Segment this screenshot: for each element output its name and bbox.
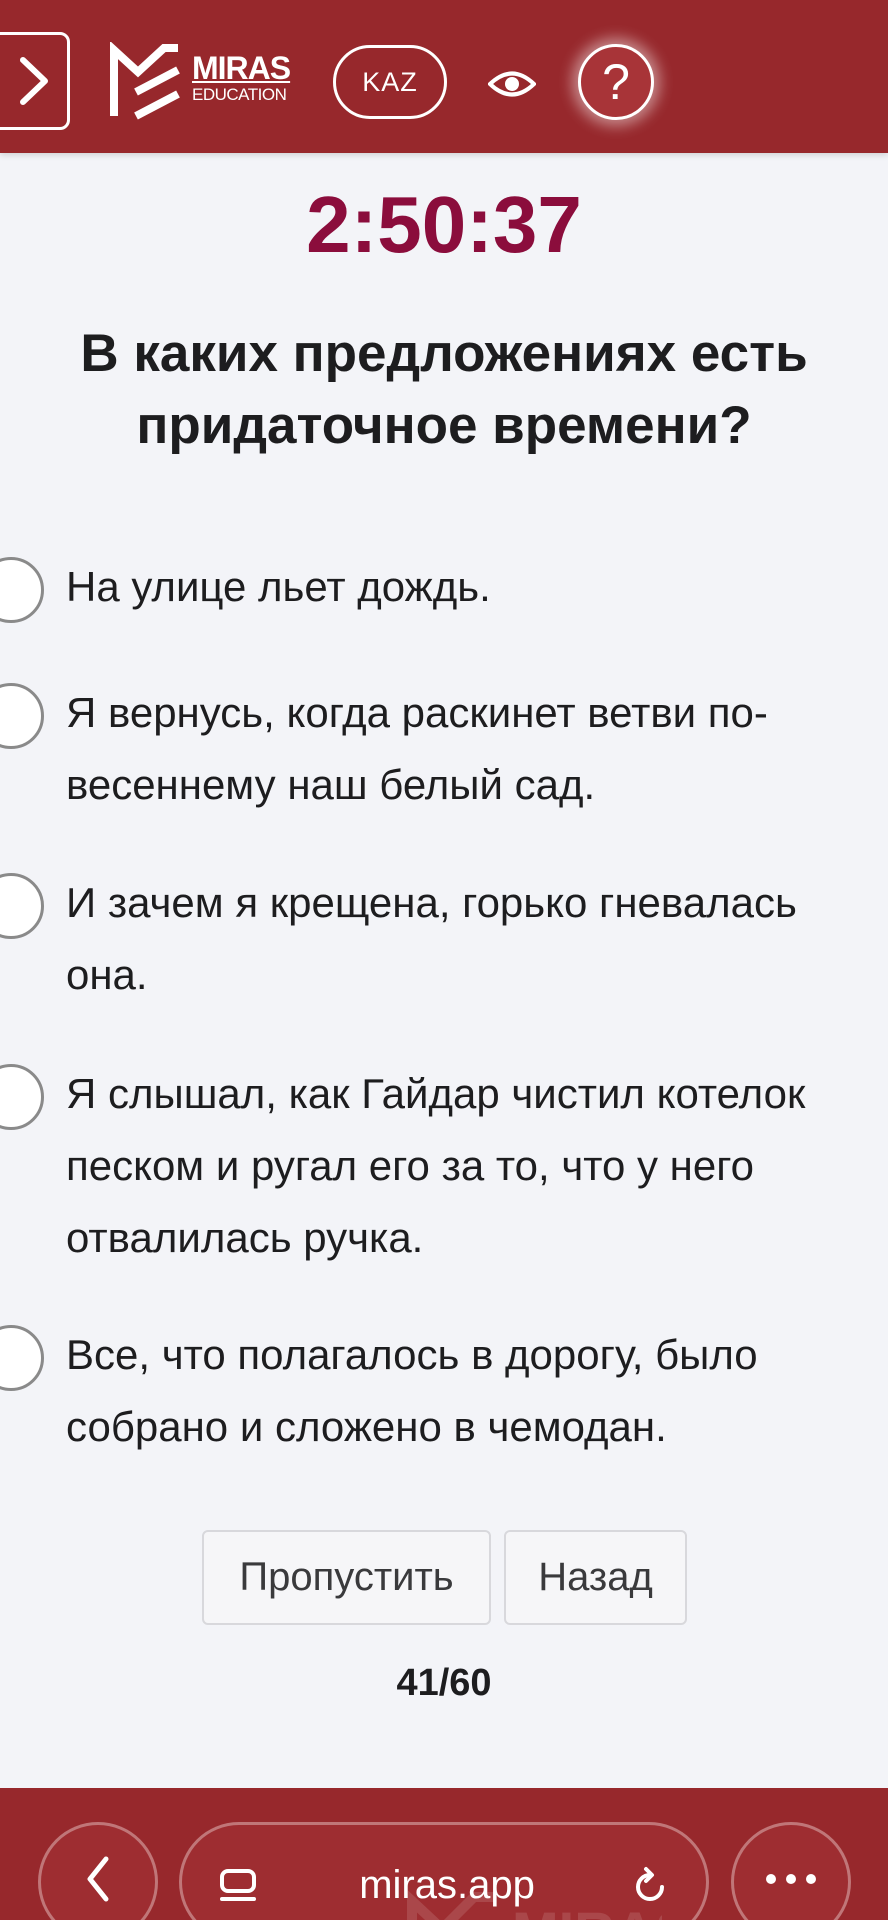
question-title: В каких предложениях есть придаточное вр…: [20, 318, 868, 462]
answer-option-line: весеннему наш белый сад.: [66, 761, 596, 808]
answer-option-line: она.: [66, 951, 148, 998]
answer-option-text: Я вернусь, когда раскинет ветви по- весе…: [66, 677, 888, 821]
more-icon: [766, 1874, 816, 1884]
answer-option-line: отвалилась ручка.: [66, 1214, 424, 1261]
address-bar[interactable]: MIRAS miras.app: [179, 1822, 709, 1920]
answer-option-text: И зачем я крещена, горько гневалась она.: [66, 867, 888, 1011]
answer-option-line: песком и ругал его за то, что у него: [66, 1142, 754, 1189]
answer-option-text: Я слышал, как Гайдар чистил котелок песк…: [66, 1058, 888, 1274]
radio-button[interactable]: [0, 557, 44, 623]
radio-button[interactable]: [0, 683, 44, 749]
radio-button[interactable]: [0, 1325, 44, 1391]
app-header: MIRAS EDUCATION KAZ ?: [0, 0, 888, 153]
miras-logo[interactable]: MIRAS EDUCATION: [108, 42, 298, 122]
answer-option-line: И зачем я крещена, горько гневалась: [66, 879, 797, 926]
answer-option-line: Я слышал, как Гайдар чистил котелок: [66, 1070, 806, 1117]
logo-mark-icon: [110, 42, 180, 120]
answer-option-line: собрано и сложено в чемодан.: [66, 1403, 667, 1450]
answer-option-line: Все, что полагалось в дорогу, было: [66, 1331, 758, 1378]
visibility-button[interactable]: [487, 62, 537, 106]
help-button[interactable]: ?: [578, 44, 654, 120]
answer-option-text: На улице льет дождь.: [66, 551, 888, 623]
answer-option-text: Все, что полагалось в дорогу, было собра…: [66, 1319, 888, 1463]
radio-button[interactable]: [0, 1064, 44, 1130]
answer-option-line: На улице льет дождь.: [66, 563, 491, 610]
logo-sub-text: EDUCATION: [192, 85, 287, 104]
answer-option-line: Я вернусь, когда раскинет ветви по-: [66, 689, 768, 736]
logo-brand-text: MIRAS: [192, 50, 291, 86]
skip-button[interactable]: Пропустить: [202, 1530, 491, 1625]
question-line: В каких предложениях есть: [80, 324, 808, 383]
browser-back-button[interactable]: [38, 1822, 158, 1920]
back-button[interactable]: Назад: [504, 1530, 687, 1625]
question-line: придаточное времени?: [136, 396, 752, 455]
language-button[interactable]: KAZ: [333, 45, 447, 119]
page: MIRAS EDUCATION KAZ ? 2:50:37 В каких пр…: [0, 0, 888, 1920]
chevron-left-icon: [87, 1856, 109, 1902]
radio-button[interactable]: [0, 873, 44, 939]
question-progress: 41/60: [396, 1662, 492, 1704]
chevron-right-icon: [20, 57, 48, 105]
menu-toggle-button[interactable]: [0, 32, 70, 130]
browser-toolbar: MIRAS miras.app: [0, 1788, 888, 1920]
browser-more-button[interactable]: [731, 1822, 851, 1920]
countdown-timer: 2:50:37: [306, 180, 582, 269]
eye-icon: [488, 71, 536, 97]
reload-icon[interactable]: [628, 1865, 672, 1909]
